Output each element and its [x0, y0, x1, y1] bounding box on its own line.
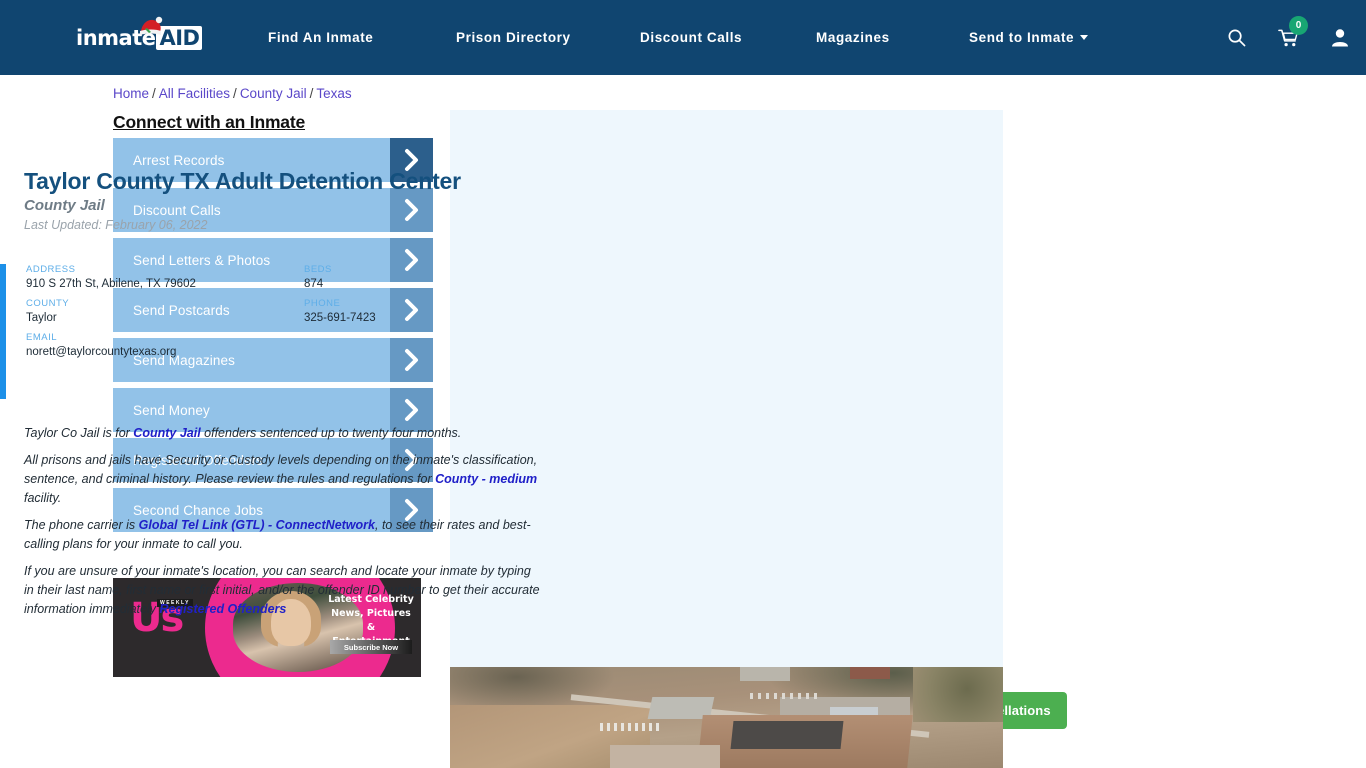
- detail-county: COUNTY Taylor: [26, 298, 304, 324]
- breadcrumb: Home / All Facilities / County Jail / Texas: [113, 86, 352, 101]
- santa-hat-icon: [140, 16, 163, 35]
- chevron-down-icon: [1080, 35, 1089, 40]
- breadcrumb-item-county-jail[interactable]: County Jail: [240, 86, 307, 101]
- sidebar-item-label: Arrest Records: [133, 152, 225, 168]
- detail-row: ADDRESS 910 S 27th St, Abilene, TX 79602…: [26, 264, 546, 290]
- top-navigation-bar: inmate AID Find An Inmate Prison Director…: [0, 0, 1366, 75]
- aerial-building: [850, 667, 890, 679]
- main-nav-items: Find An Inmate Prison Directory Discount…: [268, 0, 1089, 75]
- aerial-vehicles: [600, 723, 660, 731]
- sidebar-heading: Connect with an Inmate: [113, 112, 306, 132]
- detail-phone: PHONE 325-691-7423: [304, 298, 544, 324]
- aerial-building: [740, 667, 790, 681]
- aerial-vehicles: [750, 693, 820, 699]
- facility-details-block: ADDRESS 910 S 27th St, Abilene, TX 79602…: [0, 264, 553, 399]
- detail-label: ADDRESS: [26, 264, 76, 275]
- nav-icon-group: 0: [1210, 0, 1366, 75]
- detail-row: COUNTY Taylor PHONE 325-691-7423: [26, 298, 546, 324]
- aerial-roof: [730, 721, 844, 749]
- user-account-icon-button[interactable]: [1314, 0, 1366, 75]
- cart-icon-button[interactable]: 0: [1262, 0, 1314, 75]
- link-phone-carrier[interactable]: Global Tel Link (GTL) - ConnectNetwork: [139, 518, 375, 532]
- detail-label: PHONE: [304, 298, 341, 309]
- detail-value: 325-691-7423: [304, 312, 376, 324]
- detail-value: 874: [304, 278, 324, 290]
- detail-label: BEDS: [304, 264, 332, 275]
- nav-item-send-to-inmate[interactable]: Send to Inmate: [969, 30, 1074, 45]
- nav-slot-2: Discount Calls: [640, 30, 816, 45]
- text-fragment: facility.: [24, 491, 62, 505]
- link-registered-offenders[interactable]: Registered Offenders: [159, 602, 286, 616]
- link-county-jail[interactable]: County Jail: [133, 426, 200, 440]
- description-paragraph-2: All prisons and jails have Security or C…: [24, 451, 544, 508]
- link-county-medium[interactable]: County - medium: [435, 472, 537, 486]
- breadcrumb-separator: /: [309, 86, 314, 101]
- description-paragraph-1: Taylor Co Jail is for County Jail offend…: [24, 424, 544, 443]
- facility-details-grid: ADDRESS 910 S 27th St, Abilene, TX 79602…: [26, 264, 546, 366]
- text-fragment: Taylor Co Jail is for: [24, 426, 134, 440]
- page-title: Taylor County TX Adult Detention Center: [24, 168, 461, 194]
- user-icon: [1332, 29, 1348, 47]
- cart-count-badge: 0: [1289, 16, 1308, 35]
- breadcrumb-separator: /: [152, 86, 156, 101]
- nav-item-find-an-inmate[interactable]: Find An Inmate: [268, 30, 373, 45]
- detail-address: ADDRESS 910 S 27th St, Abilene, TX 79602: [26, 264, 304, 290]
- breadcrumb-item-home[interactable]: Home: [113, 86, 149, 101]
- detail-row: EMAIL norett@taylorcountytexas.org: [26, 332, 546, 358]
- text-fragment: The phone carrier is: [24, 518, 139, 532]
- detail-beds: BEDS 874: [304, 264, 544, 290]
- aerial-building: [610, 745, 720, 768]
- nav-slot-4: Send to Inmate: [969, 30, 1089, 45]
- description-paragraph-4: If you are unsure of your inmate's locat…: [24, 562, 544, 619]
- breadcrumb-item-texas[interactable]: Texas: [316, 86, 351, 101]
- site-logo[interactable]: inmate AID: [76, 16, 203, 54]
- description-paragraph-3: The phone carrier is Global Tel Link (GT…: [24, 516, 544, 554]
- nav-slot-1: Prison Directory: [456, 30, 640, 45]
- search-icon: [1228, 29, 1245, 47]
- ad-subscribe-button[interactable]: Subscribe Now: [330, 640, 412, 654]
- facility-description: Taylor Co Jail is for County Jail offend…: [24, 424, 544, 627]
- nav-slot-0: Find An Inmate: [268, 30, 456, 45]
- facility-aerial-photo: [450, 667, 1003, 768]
- nav-item-discount-calls[interactable]: Discount Calls: [640, 30, 742, 45]
- facility-type-subtitle: County Jail: [24, 197, 105, 214]
- nav-slot-3: Magazines: [816, 30, 969, 45]
- nav-item-prison-directory[interactable]: Prison Directory: [456, 30, 571, 45]
- detail-email: EMAIL norett@taylorcountytexas.org: [26, 332, 304, 358]
- detail-label: COUNTY: [26, 298, 70, 309]
- breadcrumb-separator: /: [233, 86, 237, 101]
- detail-value: norett@taylorcountytexas.org: [26, 346, 177, 358]
- detail-label: EMAIL: [26, 332, 58, 343]
- accent-bar: [0, 264, 6, 399]
- search-icon-button[interactable]: [1210, 0, 1262, 75]
- detail-value: Taylor: [26, 312, 57, 324]
- sidebar-item-label: Discount Calls: [133, 202, 221, 218]
- breadcrumb-item-all-facilities[interactable]: All Facilities: [159, 86, 230, 101]
- detail-value: 910 S 27th St, Abilene, TX 79602: [26, 278, 196, 290]
- sidebar-item-label: Send Money: [133, 402, 210, 418]
- aerial-vegetation: [913, 667, 1003, 722]
- last-updated-text: Last Updated: February 06, 2022: [24, 218, 208, 232]
- nav-item-magazines[interactable]: Magazines: [816, 30, 890, 45]
- logo-text: inmate AID: [76, 22, 203, 54]
- text-fragment: offenders sentenced up to twenty four mo…: [200, 426, 462, 440]
